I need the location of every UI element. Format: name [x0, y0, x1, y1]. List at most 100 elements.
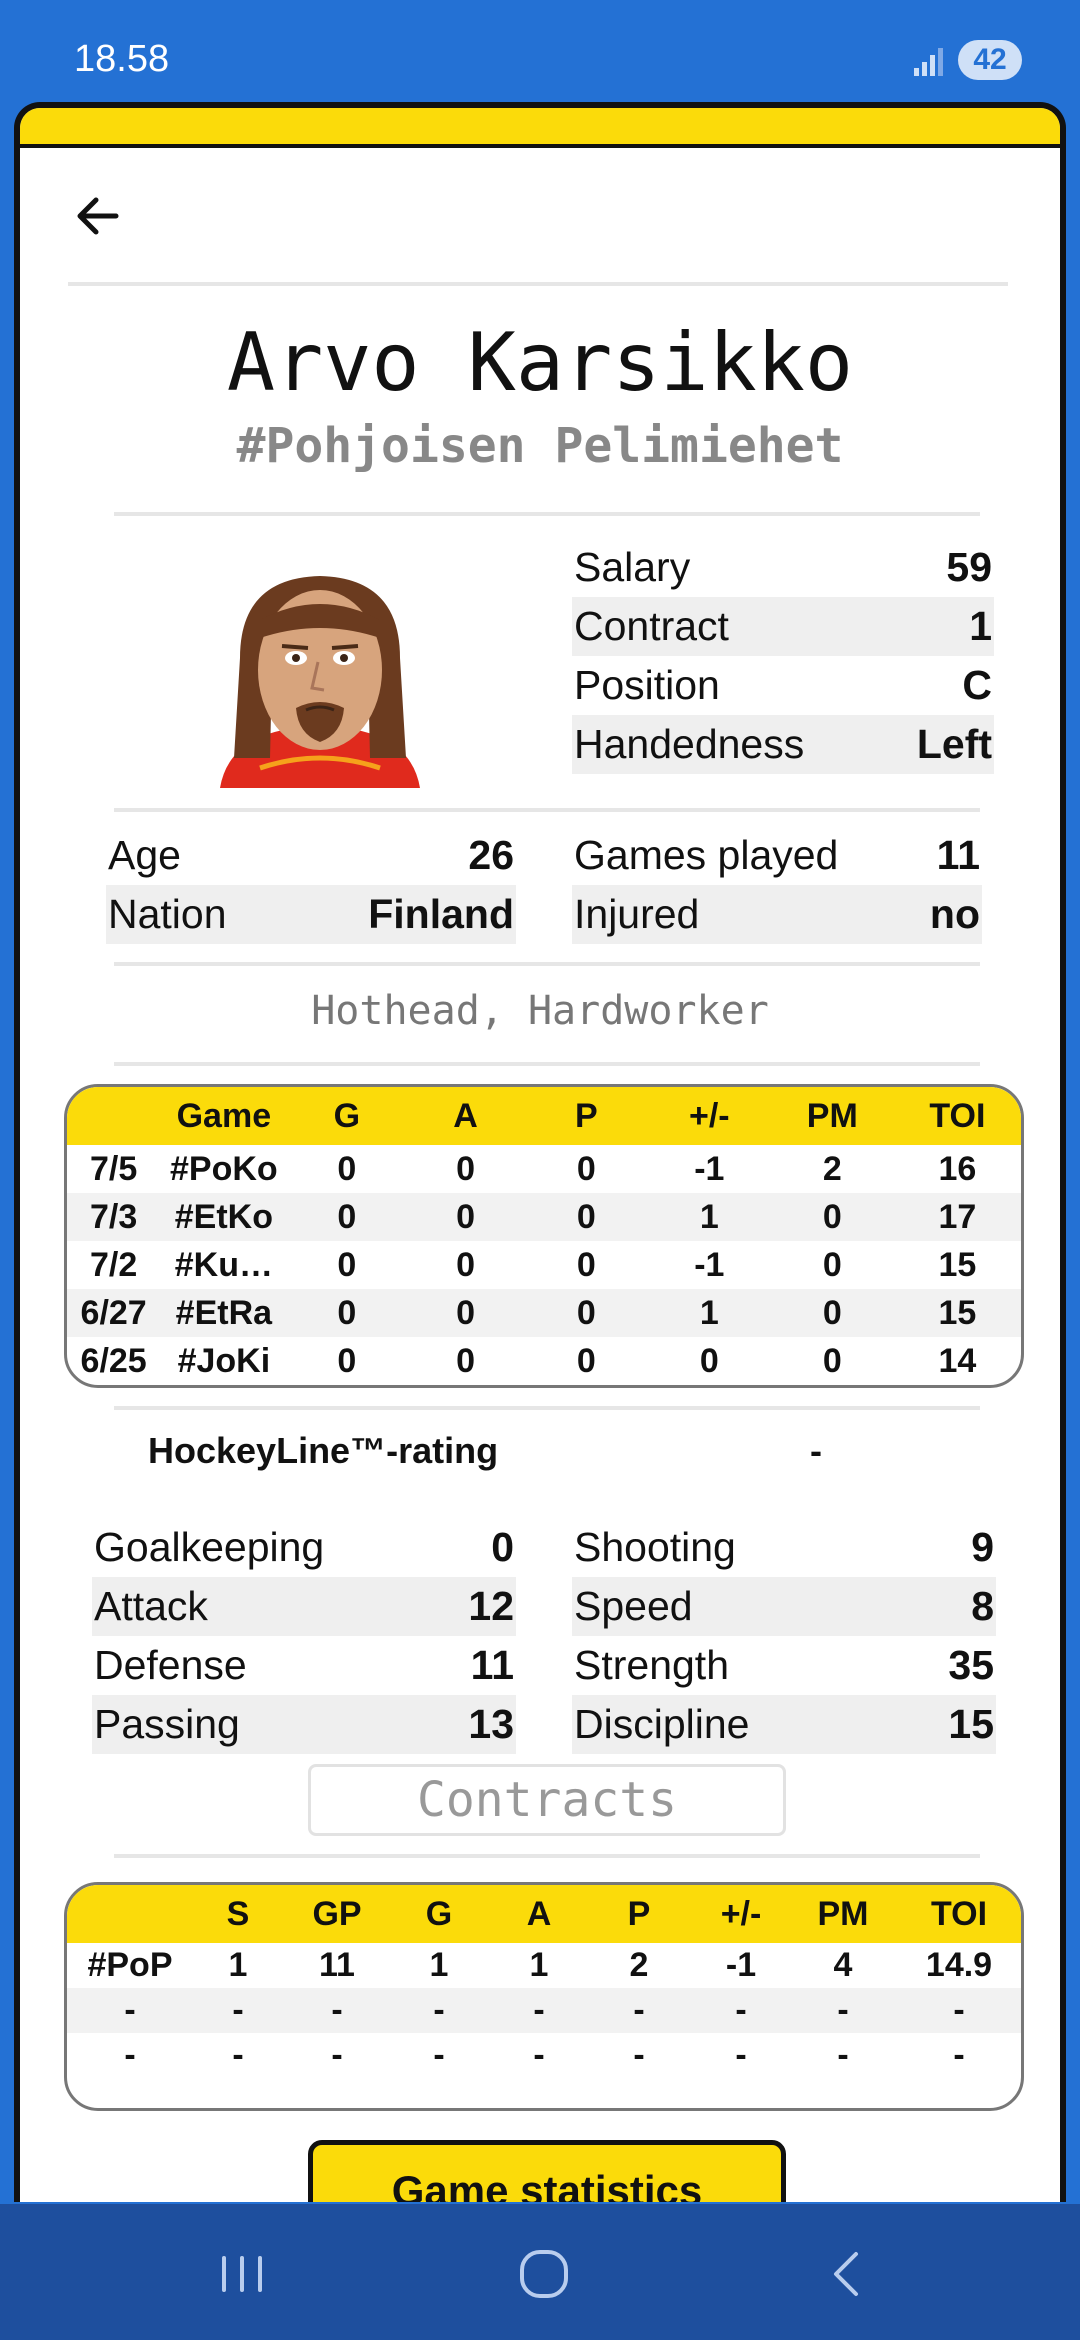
skill-row-speed: Speed 8: [572, 1577, 996, 1636]
cell-toi: 14: [938, 1341, 977, 1380]
cell-pm: 0: [822, 1245, 842, 1284]
divider: [114, 1854, 980, 1858]
games-played-label: Games played: [574, 832, 839, 878]
skill-row-shooting: Shooting 9: [572, 1518, 996, 1577]
header-points: P: [524, 1087, 648, 1145]
rating-value: -: [810, 1430, 822, 1471]
cell-g: 0: [287, 1193, 407, 1241]
cell-pm: 0: [770, 1193, 894, 1241]
salary-label: Salary: [574, 544, 691, 590]
header-assists: A: [406, 1087, 525, 1145]
table-row: ---------: [67, 2033, 1021, 2078]
cell-pm: -: [837, 2036, 849, 2074]
skill-value: 35: [948, 1642, 994, 1688]
cell-plus-minus: -1: [694, 1149, 725, 1188]
contract-info: Salary 59 Contract 1 Position C Handedness L…: [572, 538, 994, 774]
back-nav-icon[interactable]: [820, 2246, 876, 2302]
contracts-button[interactable]: Contracts: [308, 1764, 786, 1836]
cell-g: 0: [287, 1289, 407, 1337]
table-row[interactable]: 7/3 #EtKo 0 0 0 1 0 17: [67, 1193, 1021, 1241]
recent-apps-icon[interactable]: [214, 2246, 270, 2302]
info-row-nation: Nation Finland: [106, 885, 516, 944]
season-stats-table: S GP G A P +/- PM TOI #PoP 1 11 1 1 2 -1 4 14.9 …: [64, 1882, 1024, 2111]
season-info: Games played 11 Injured no: [572, 826, 982, 944]
cell-gp: 11: [319, 1946, 355, 1984]
cell-p: 0: [576, 1149, 596, 1188]
team-name[interactable]: #Pohjoisen Pelimiehet: [20, 418, 1060, 474]
cell-game: #Ku…: [174, 1245, 273, 1284]
divider: [114, 1406, 980, 1410]
info-row-contract: Contract 1: [572, 597, 994, 656]
cell-gp: -: [331, 2036, 343, 2074]
cell-toi: -: [953, 2036, 965, 2074]
info-row-age: Age 26: [106, 826, 516, 885]
header-toi: TOI: [893, 1087, 1021, 1145]
table-row[interactable]: 6/25 #JoKi 0 0 0 0 0 14: [67, 1337, 1021, 1385]
header-games-played: GP: [283, 1885, 391, 1943]
nation-value: Finland: [368, 891, 514, 937]
cell-plus-minus: 0: [699, 1341, 719, 1380]
cell-game: #EtKo: [160, 1193, 288, 1241]
cell-a: 0: [456, 1341, 475, 1380]
handedness-value: Left: [916, 721, 992, 767]
cell-a: -: [533, 2036, 545, 2074]
rating-label: HockeyLine™-rating: [148, 1430, 499, 1471]
status-bar: 18.58 42: [0, 0, 1080, 100]
home-icon[interactable]: [516, 2246, 572, 2302]
cell-a: 0: [456, 1245, 475, 1284]
player-card: Arvo Karsikko #Pohjoisen Pelimiehet Sala…: [14, 102, 1066, 2202]
skill-label: Goalkeeping: [94, 1524, 325, 1570]
divider: [114, 808, 980, 812]
cell-g: 0: [337, 1149, 357, 1188]
header-assists: A: [487, 1885, 591, 1943]
cell-s: 1: [228, 1946, 248, 1984]
cell-s: -: [193, 1988, 283, 2033]
cell-team: -: [124, 2036, 136, 2074]
cell-toi: 16: [938, 1149, 977, 1188]
skill-label: Passing: [94, 1701, 240, 1747]
cell-team: #PoP: [87, 1946, 173, 1984]
table-row[interactable]: 7/2 #Ku… 0 0 0 -1 0 15: [67, 1241, 1021, 1289]
cell-p: 2: [629, 1946, 649, 1984]
cell-p: 0: [576, 1245, 596, 1284]
injured-label: Injured: [574, 891, 700, 937]
skill-value: 8: [971, 1583, 994, 1629]
cell-plus-minus: -: [735, 2036, 747, 2074]
cell-date: 7/5: [90, 1149, 138, 1188]
cell-a: 0: [406, 1193, 525, 1241]
status-time: 18.58: [74, 38, 170, 80]
back-arrow-icon[interactable]: [64, 182, 132, 250]
cell-plus-minus: 1: [647, 1289, 771, 1337]
salary-value: 59: [946, 544, 992, 590]
player-avatar: [220, 576, 420, 788]
cell-date: 6/27: [67, 1289, 161, 1337]
info-row-injured: Injured no: [572, 885, 982, 944]
game-statistics-button[interactable]: Game statistics: [308, 2140, 786, 2202]
cell-p: 0: [524, 1193, 648, 1241]
recent-games-table: Game G A P +/- PM TOI 7/5 #PoKo 0 0 0 -1 2 16 7…: [64, 1084, 1024, 1388]
games-table-header: Game G A P +/- PM TOI: [67, 1087, 1021, 1145]
info-row-handedness: Handedness Left: [572, 715, 994, 774]
bio-info: Age 26 Nation Finland: [106, 826, 516, 944]
skill-label: Discipline: [574, 1701, 750, 1747]
table-row[interactable]: 6/27 #EtRa 0 0 0 1 0 15: [67, 1289, 1021, 1337]
header-date: [67, 1087, 161, 1145]
cell-pm: 0: [822, 1341, 842, 1380]
table-row[interactable]: 7/5 #PoKo 0 0 0 -1 2 16: [67, 1145, 1021, 1193]
skill-row-passing: Passing 13: [92, 1695, 516, 1754]
cell-g: 0: [337, 1341, 357, 1380]
header-goals: G: [287, 1087, 407, 1145]
skill-value: 9: [971, 1524, 994, 1570]
skill-row-discipline: Discipline 15: [572, 1695, 996, 1754]
cell-date: 7/2: [90, 1245, 138, 1284]
skills-right: Shooting 9 Speed 8 Strength 35 Discipline 15: [572, 1518, 996, 1754]
cell-s: -: [232, 2036, 244, 2074]
cell-a: 1: [529, 1946, 549, 1984]
cell-pm: -: [795, 1988, 891, 2033]
table-row[interactable]: #PoP 1 11 1 1 2 -1 4 14.9: [67, 1943, 1021, 1988]
skills-left: Goalkeeping 0 Attack 12 Defense 11 Passing 1…: [92, 1518, 516, 1754]
cell-toi: 17: [893, 1193, 1021, 1241]
cell-toi: -: [891, 1988, 1021, 2033]
header-team: [67, 1885, 193, 1943]
cell-g: 1: [429, 1946, 449, 1984]
